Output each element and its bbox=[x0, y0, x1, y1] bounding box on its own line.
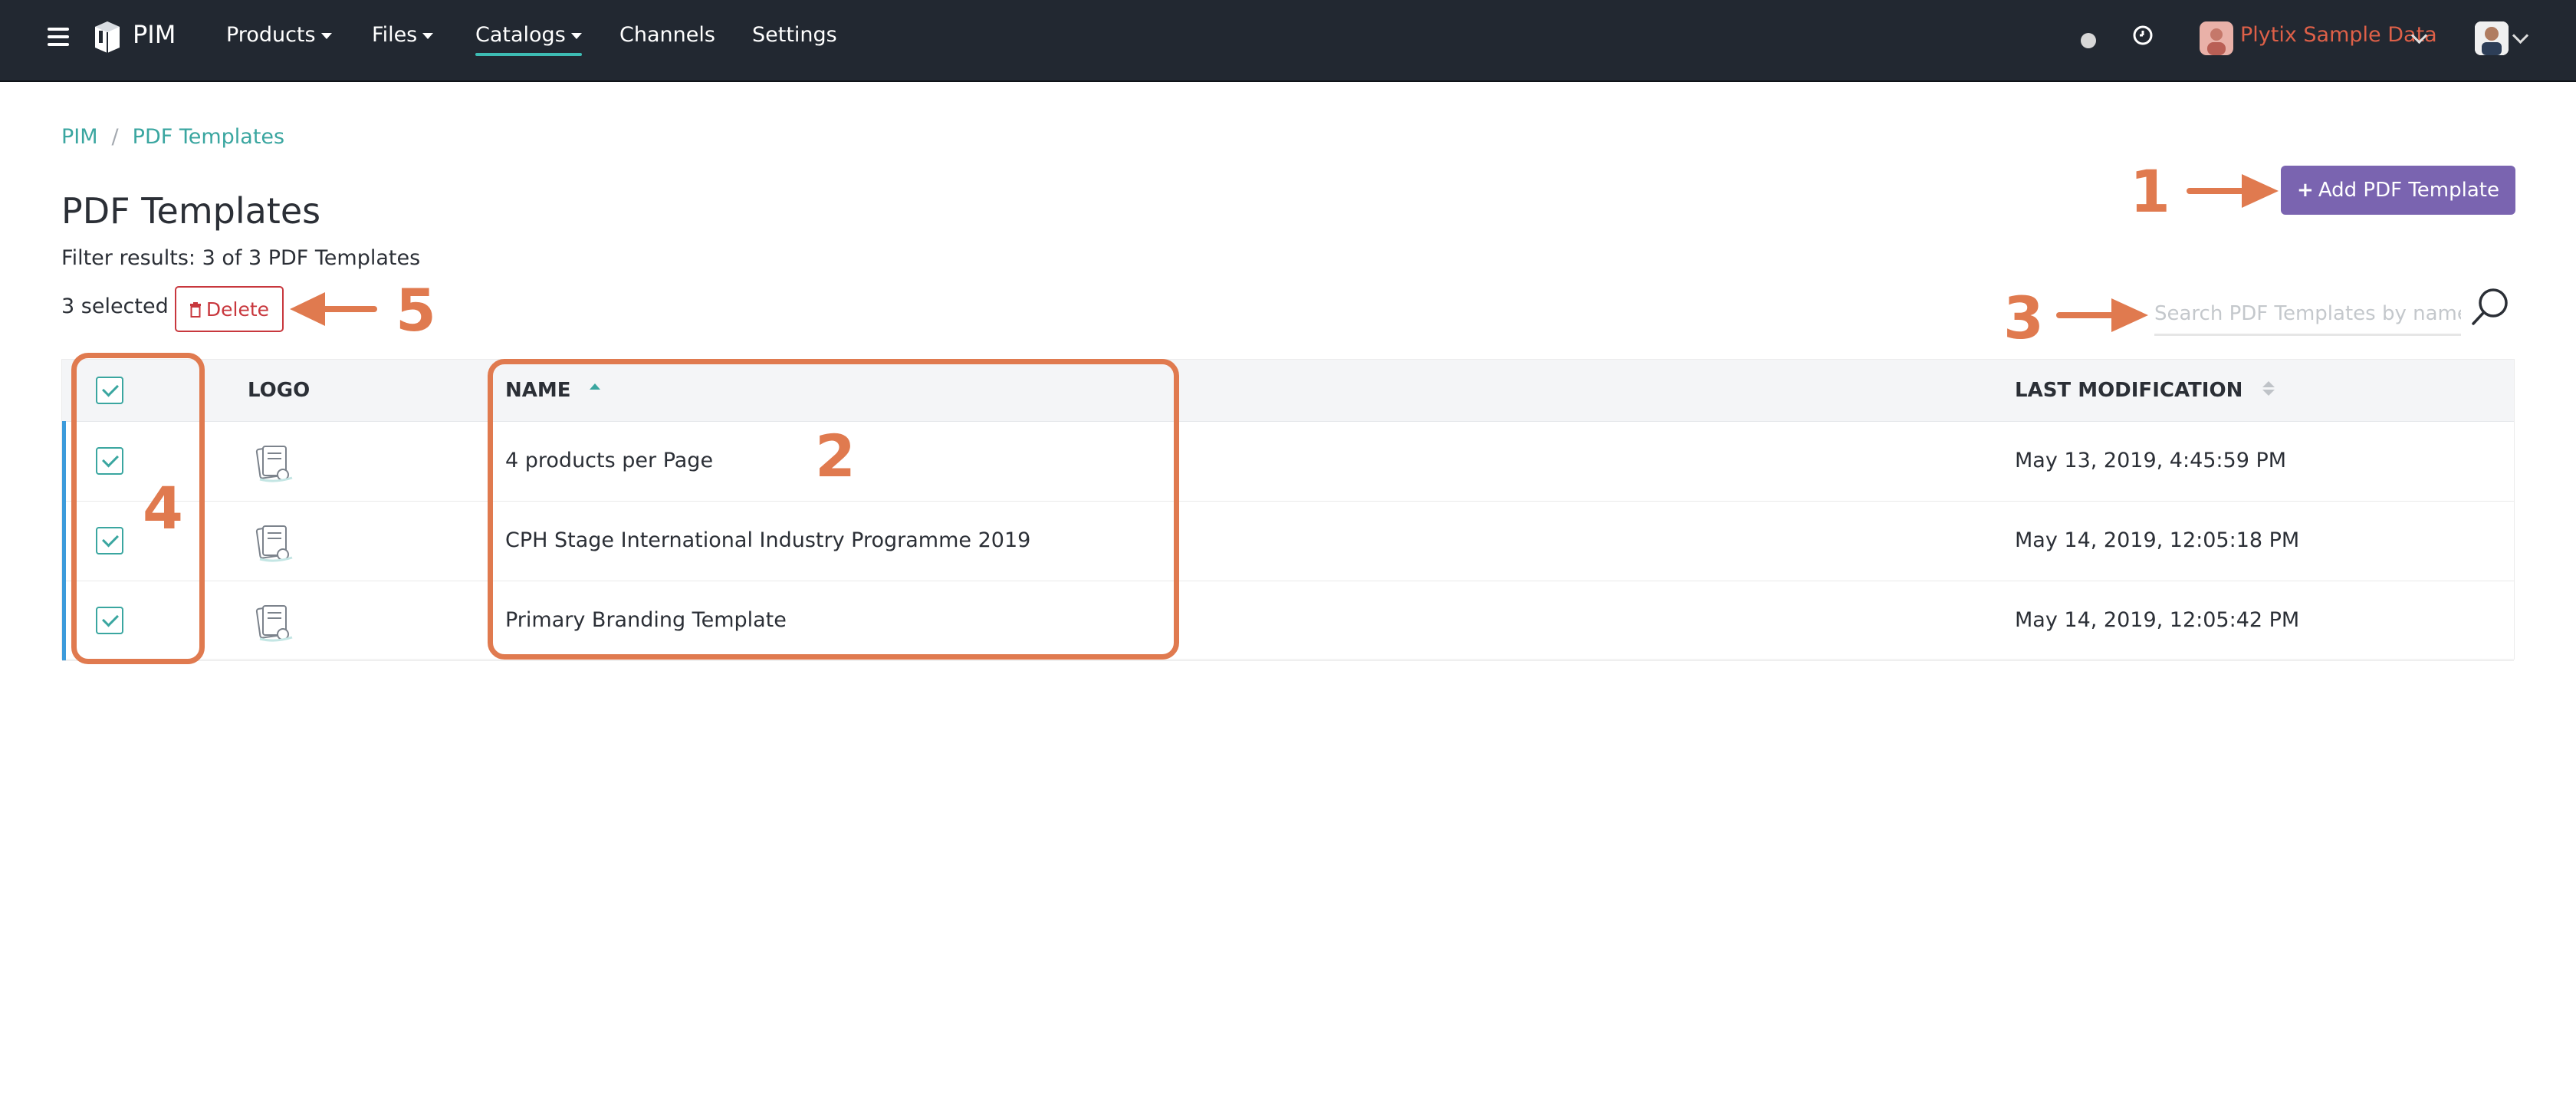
trash-icon bbox=[189, 302, 201, 318]
plus-icon: + bbox=[2297, 179, 2314, 202]
nav-channels-label: Channels bbox=[619, 23, 715, 47]
nav-settings-label: Settings bbox=[752, 23, 837, 47]
annotation-box-checkboxes bbox=[71, 353, 205, 664]
table-row[interactable]: Primary Branding Template May 14, 2019, … bbox=[62, 581, 2514, 661]
table-header: LOGO NAME LAST MODIFICATION bbox=[62, 360, 2514, 422]
last-modification: May 14, 2019, 12:05:42 PM bbox=[2015, 608, 2300, 632]
add-pdf-template-label: Add PDF Template bbox=[2318, 179, 2499, 202]
page-title: PDF Templates bbox=[61, 190, 321, 232]
search-icon[interactable] bbox=[2470, 287, 2509, 328]
annotation-number-3: 3 bbox=[2003, 284, 2044, 352]
brand-name[interactable]: PIM bbox=[133, 20, 176, 49]
clock-icon[interactable] bbox=[2132, 25, 2154, 46]
last-modification: May 13, 2019, 4:45:59 PM bbox=[2015, 449, 2287, 472]
nav-products-label: Products bbox=[226, 23, 316, 47]
caret-down-icon bbox=[320, 32, 332, 39]
delete-button[interactable]: Delete bbox=[175, 286, 284, 332]
row-selected-marker bbox=[62, 421, 66, 501]
caret-down-icon bbox=[422, 32, 434, 39]
menu-icon[interactable] bbox=[48, 28, 69, 46]
nav-catalogs-label: Catalogs bbox=[475, 23, 566, 47]
row-selected-marker bbox=[62, 501, 66, 581]
account-avatar[interactable] bbox=[2200, 21, 2233, 55]
breadcrumb-separator: / bbox=[111, 125, 119, 149]
caret-down-icon bbox=[570, 32, 582, 39]
delete-label: Delete bbox=[205, 298, 270, 321]
row-selected-marker bbox=[62, 581, 66, 660]
nav-files-label: Files bbox=[372, 23, 418, 47]
filter-results: Filter results: 3 of 3 PDF Templates bbox=[61, 246, 421, 270]
chevron-down-icon[interactable] bbox=[2512, 27, 2529, 44]
pdf-template-icon bbox=[255, 605, 293, 642]
nav-settings[interactable]: Settings bbox=[752, 23, 837, 47]
add-pdf-template-button[interactable]: + Add PDF Template bbox=[2281, 166, 2515, 215]
nav-products[interactable]: Products bbox=[226, 23, 332, 47]
nav-catalogs[interactable]: Catalogs bbox=[475, 23, 582, 56]
annotation-number-1: 1 bbox=[2130, 157, 2170, 225]
selected-count: 3 selected bbox=[61, 295, 169, 318]
column-header-last-modification[interactable]: LAST MODIFICATION bbox=[2015, 379, 2275, 402]
annotation-arrow-left-icon bbox=[290, 292, 377, 326]
breadcrumb: PIM / PDF Templates bbox=[61, 125, 284, 149]
annotation-arrow-right-icon bbox=[2187, 174, 2279, 208]
pdf-template-icon bbox=[255, 446, 293, 482]
table-row[interactable]: 4 products per Page May 13, 2019, 4:45:5… bbox=[62, 421, 2514, 502]
last-modification: May 14, 2019, 12:05:18 PM bbox=[2015, 528, 2300, 552]
pdf-templates-table: LOGO NAME LAST MODIFICATION 4 products p… bbox=[61, 359, 2515, 661]
search-input[interactable] bbox=[2154, 294, 2461, 336]
annotation-number-5: 5 bbox=[396, 276, 436, 344]
annotation-box-name-column bbox=[488, 359, 1179, 660]
breadcrumb-pdf-templates[interactable]: PDF Templates bbox=[133, 125, 284, 149]
annotation-arrow-right-icon bbox=[2056, 298, 2148, 332]
pdf-template-icon bbox=[255, 525, 293, 562]
sort-icon[interactable] bbox=[2262, 381, 2275, 396]
column-header-last-modification-label: LAST MODIFICATION bbox=[2015, 379, 2243, 402]
account-name[interactable]: Plytix Sample Data bbox=[2240, 23, 2437, 47]
annotation-number-2: 2 bbox=[815, 422, 856, 490]
breadcrumb-pim[interactable]: PIM bbox=[61, 125, 98, 149]
table-row[interactable]: CPH Stage International Industry Program… bbox=[62, 501, 2514, 581]
top-navigation-bar: PIM Products Files Catalogs Channels Set… bbox=[0, 0, 2576, 82]
nav-channels[interactable]: Channels bbox=[619, 23, 715, 47]
user-avatar[interactable] bbox=[2475, 21, 2509, 55]
status-dot-icon[interactable] bbox=[2081, 33, 2096, 48]
annotation-number-4: 4 bbox=[143, 474, 183, 542]
box-logo-icon[interactable] bbox=[94, 20, 121, 54]
column-header-logo: LOGO bbox=[248, 379, 310, 402]
nav-files[interactable]: Files bbox=[372, 23, 434, 47]
